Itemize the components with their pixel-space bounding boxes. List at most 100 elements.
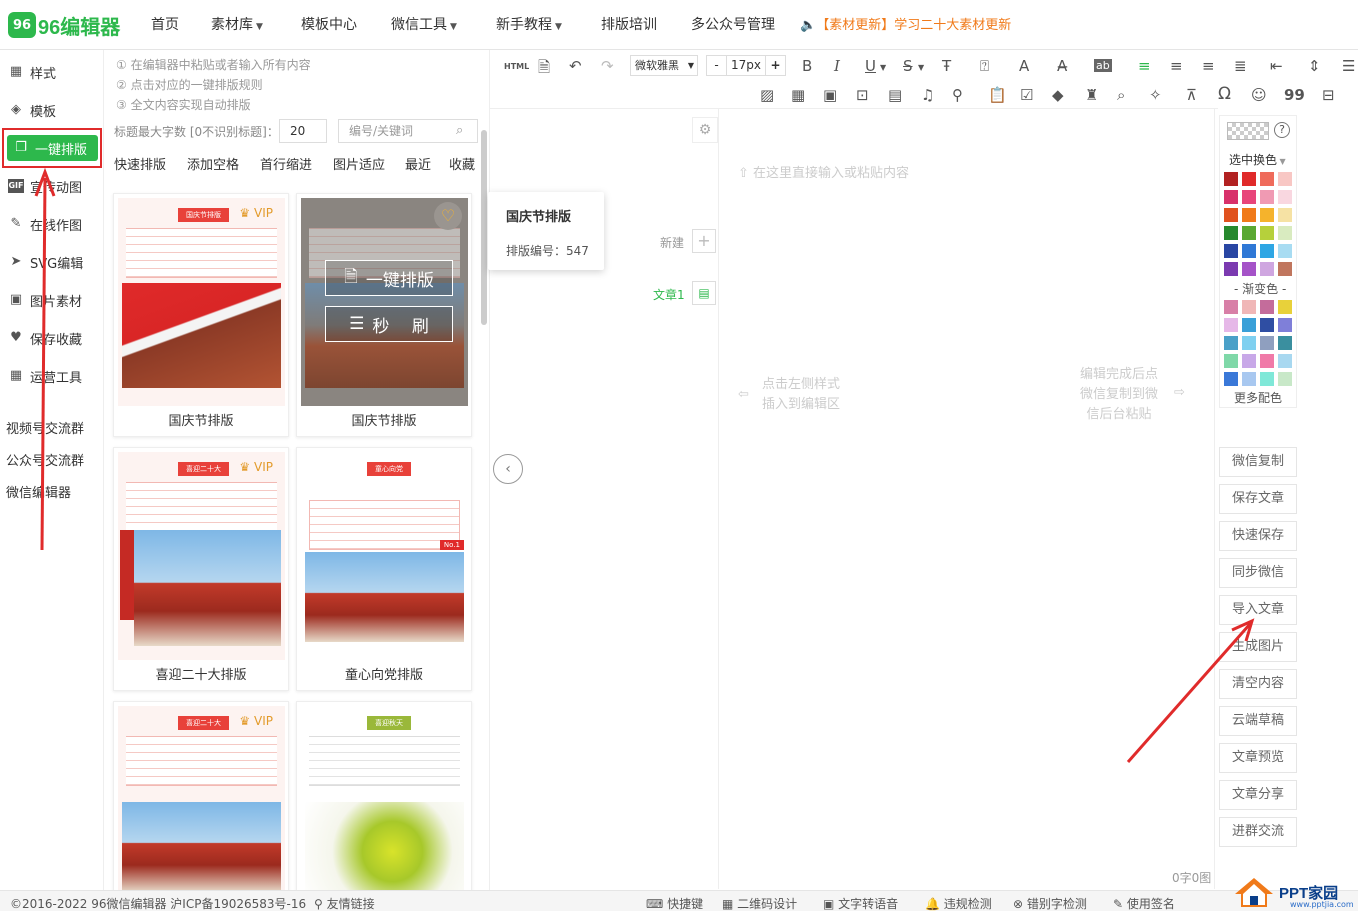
template-card[interactable]: 喜迎二十大 ♛ VIP: [113, 701, 289, 892]
sidebar-link-official-group[interactable]: 公众号交流群: [6, 450, 84, 469]
highlight-color-icon[interactable]: A̶: [1057, 57, 1067, 75]
gradient-swatch[interactable]: [1224, 318, 1238, 332]
chevron-down-icon[interactable]: ▼: [918, 63, 924, 72]
align-center-icon[interactable]: ≡: [1170, 57, 1183, 75]
footer-qrcode[interactable]: ▦ 二维码设计: [722, 895, 797, 911]
help-icon[interactable]: ?: [1274, 122, 1290, 138]
redo-icon[interactable]: ↷: [601, 57, 614, 75]
color-swatch[interactable]: [1278, 190, 1292, 204]
article-tab-label[interactable]: 文章1: [653, 286, 685, 303]
checkbox-icon[interactable]: ☑: [1020, 86, 1033, 104]
action-button[interactable]: 保存文章: [1219, 484, 1297, 514]
color-swatch[interactable]: [1278, 208, 1292, 222]
html-source-button[interactable]: HTML: [504, 62, 529, 71]
tab-image-fit[interactable]: 图片适应: [333, 154, 385, 173]
color-swatch[interactable]: [1260, 190, 1274, 204]
gradient-swatch[interactable]: [1224, 300, 1238, 314]
gradient-swatch[interactable]: [1260, 372, 1274, 386]
action-button[interactable]: 文章预览: [1219, 743, 1297, 773]
color-swatch[interactable]: [1224, 190, 1238, 204]
line-height-icon[interactable]: ⇕: [1308, 57, 1321, 75]
gradient-swatch[interactable]: [1278, 300, 1292, 314]
action-button[interactable]: 快速保存: [1219, 521, 1297, 551]
max-title-length-input[interactable]: 20: [279, 119, 327, 143]
emoji-icon[interactable]: ☺: [1251, 86, 1267, 104]
tab-add-space[interactable]: 添加空格: [187, 154, 239, 173]
sidebar-item-favorites[interactable]: ♥ 保存收藏: [8, 325, 82, 351]
gradient-swatch[interactable]: [1242, 336, 1256, 350]
select-recolor-label[interactable]: 选中换色 ▼: [1229, 151, 1286, 168]
color-swatch[interactable]: [1278, 172, 1292, 186]
save-doc-icon[interactable]: 🗎: [538, 57, 550, 82]
action-button[interactable]: 导入文章: [1219, 595, 1297, 625]
action-button[interactable]: 云端草稿: [1219, 706, 1297, 736]
color-swatch[interactable]: [1260, 226, 1274, 240]
brand-logo[interactable]: 96 96编辑器: [8, 11, 120, 39]
gradient-swatch[interactable]: [1224, 354, 1238, 368]
action-button[interactable]: 清空内容: [1219, 669, 1297, 699]
nav-templates[interactable]: 模板中心: [301, 14, 357, 34]
font-size-increase[interactable]: +: [765, 56, 785, 75]
link-icon[interactable]: ⚲: [952, 86, 963, 104]
collapse-panel-button[interactable]: ‹: [493, 454, 523, 484]
sidebar-item-onekey-layout[interactable]: ❐ 一键排版: [7, 135, 98, 161]
color-swatch[interactable]: [1242, 172, 1256, 186]
text-box-icon[interactable]: ⍰: [980, 57, 989, 75]
superscript-icon[interactable]: Ŧ: [942, 57, 951, 75]
sidebar-item-design[interactable]: ✎ 在线作图: [8, 211, 82, 237]
nav-wechat-tools[interactable]: 微信工具 ▼: [391, 14, 457, 34]
heart-icon[interactable]: ♡: [434, 202, 462, 230]
color-swatch[interactable]: [1242, 226, 1256, 240]
tab-first-indent[interactable]: 首行缩进: [260, 154, 312, 173]
color-swatch[interactable]: [1278, 262, 1292, 276]
gradient-swatch[interactable]: [1224, 372, 1238, 386]
color-swatch[interactable]: [1224, 262, 1238, 276]
sidebar-item-images[interactable]: ▣ 图片素材: [8, 287, 82, 313]
nav-material[interactable]: 素材库 ▼: [211, 14, 263, 34]
gradient-swatch[interactable]: [1242, 372, 1256, 386]
quote-icon[interactable]: 99: [1284, 86, 1305, 104]
transparent-color-swatch[interactable]: [1227, 122, 1269, 140]
article-doc-icon[interactable]: ▤: [692, 281, 716, 305]
paste-icon[interactable]: 📋: [988, 86, 1007, 104]
friend-link[interactable]: ⚲ 友情链接: [314, 895, 375, 911]
font-family-select[interactable]: 微软雅黑 ▼: [630, 55, 698, 76]
color-swatch[interactable]: [1260, 172, 1274, 186]
table-icon[interactable]: ▦: [791, 86, 805, 104]
magic-wand-icon[interactable]: ✧: [1149, 86, 1162, 104]
quick-brush-button[interactable]: ☰ 秒 刷: [325, 306, 453, 342]
editor-canvas[interactable]: [718, 109, 1215, 889]
more-colors-link[interactable]: 更多配色: [1234, 389, 1282, 406]
chevron-down-icon[interactable]: ▼: [880, 63, 886, 72]
color-swatch[interactable]: [1278, 226, 1292, 240]
action-button[interactable]: 生成图片: [1219, 632, 1297, 662]
sidebar-item-svg[interactable]: ➤ SVG编辑: [8, 249, 84, 275]
gradient-swatch[interactable]: [1242, 354, 1256, 368]
footer-shortcuts[interactable]: ⌨ 快捷键: [646, 895, 703, 911]
image-icon[interactable]: ▣: [823, 86, 837, 104]
color-swatch[interactable]: [1260, 244, 1274, 258]
gradient-swatch[interactable]: [1278, 318, 1292, 332]
gradient-swatch[interactable]: [1278, 336, 1292, 350]
panel-scrollbar[interactable]: [481, 130, 487, 325]
color-swatch[interactable]: [1242, 244, 1256, 258]
align-left-icon[interactable]: ≡: [1138, 57, 1151, 75]
color-swatch[interactable]: [1224, 172, 1238, 186]
format-brush-icon[interactable]: ♜: [1085, 86, 1098, 104]
font-size-decrease[interactable]: -: [707, 56, 727, 75]
color-swatch[interactable]: [1224, 244, 1238, 258]
bold-button[interactable]: B: [802, 57, 812, 75]
align-right-icon[interactable]: ≡: [1202, 57, 1215, 75]
italic-button[interactable]: I: [834, 57, 840, 75]
template-card[interactable]: ♡ 🗎 一键排版 ☰ 秒 刷 国庆节排版: [296, 193, 472, 437]
footer-tts[interactable]: ▣ 文字转语音: [823, 895, 898, 911]
nav-training[interactable]: 排版培训: [601, 14, 657, 34]
gradient-swatch[interactable]: [1260, 300, 1274, 314]
gear-icon[interactable]: ⚙: [692, 117, 718, 143]
nav-home[interactable]: 首页: [151, 14, 179, 34]
undo-icon[interactable]: ↶: [569, 57, 582, 75]
list-icon[interactable]: ☰: [1342, 57, 1355, 75]
music-icon[interactable]: ♫: [921, 86, 934, 104]
divider-icon[interactable]: ⊼: [1186, 86, 1197, 104]
action-button[interactable]: 进群交流: [1219, 817, 1297, 847]
